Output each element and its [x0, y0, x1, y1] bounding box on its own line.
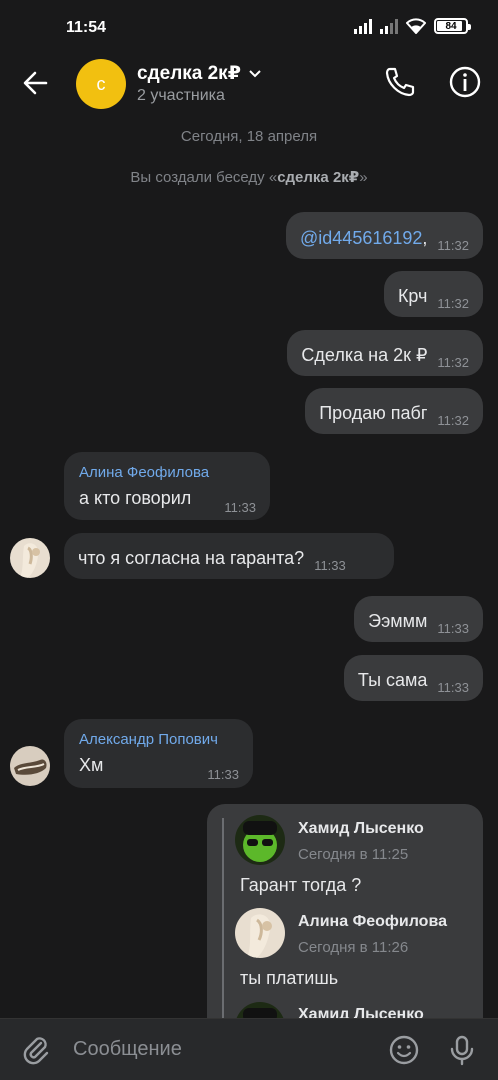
outgoing-message[interactable]: @id445616192, 11:32 [286, 212, 483, 259]
status-time: 11:54 [66, 19, 107, 36]
incoming-message[interactable]: что я согласна на гаранта? 11:33 [64, 533, 394, 579]
info-icon[interactable] [447, 64, 483, 100]
status-bar: 11:54 84 [0, 0, 498, 56]
paperclip-icon[interactable] [20, 1034, 52, 1066]
chevron-down-icon [249, 69, 261, 77]
sender-name[interactable]: Александр Попович [79, 731, 218, 748]
forwarded-messages[interactable]: Хамид Лысенко Сегодня в 11:25 Гарант тог… [207, 804, 483, 1018]
battery-icon: 84 [434, 18, 471, 34]
message-text: Крч [397, 286, 428, 306]
battery-level: 84 [445, 20, 457, 32]
outgoing-message[interactable]: Сделка на 2к ₽ 11:32 [287, 330, 483, 376]
forward-author[interactable]: Хамид Лысенко [298, 820, 424, 838]
incoming-message[interactable]: Александр Попович Хм 11:33 [64, 719, 253, 788]
message-time: 11:32 [437, 355, 469, 370]
message-time: 11:33 [437, 621, 469, 636]
message-text: Ты сама [357, 670, 428, 690]
message-time: 11:32 [437, 238, 469, 253]
chat-header: с сделка 2к₽ 2 участника [0, 56, 498, 118]
avatar-alina[interactable] [10, 538, 50, 578]
mention-link[interactable]: @id445616192 [300, 228, 422, 249]
message-text: а кто говорил [79, 488, 192, 508]
message-text: Продаю пабг [319, 403, 428, 423]
message-time: 11:33 [314, 558, 346, 573]
message-time: 11:33 [207, 767, 239, 782]
back-arrow-icon[interactable] [20, 68, 54, 98]
forward-date: Сегодня в 11:26 [298, 939, 409, 956]
outgoing-message[interactable]: Ээммм 11:33 [354, 596, 483, 642]
forward-text: Гарант тогда ? [240, 875, 362, 895]
status-icons: 84 [354, 18, 471, 34]
microphone-icon[interactable] [446, 1034, 478, 1066]
message-text: Сделка на 2к ₽ [301, 345, 428, 365]
message-list[interactable]: Сегодня, 18 апреля Вы создали беседу «сд… [0, 118, 498, 1018]
message-text: Хм [79, 755, 104, 775]
phone-icon[interactable] [382, 64, 418, 100]
signal-2-icon [380, 18, 398, 34]
message-time: 11:32 [437, 413, 469, 428]
avatar-khamid[interactable] [235, 1002, 285, 1018]
incoming-message[interactable]: Алина Феофилова а кто говорил 11:33 [64, 452, 270, 520]
forward-author[interactable]: Алина Феофилова [298, 913, 447, 931]
outgoing-message[interactable]: Ты сама 11:33 [343, 655, 483, 701]
avatar-alina[interactable] [235, 908, 285, 958]
outgoing-message[interactable]: Крч 11:32 [383, 271, 483, 317]
avatar-khamid[interactable] [235, 815, 285, 865]
wifi-icon [406, 18, 426, 34]
chat-avatar[interactable]: с [76, 59, 126, 109]
forward-date: Сегодня в 11:25 [298, 846, 409, 863]
message-composer: Сообщение [0, 1018, 498, 1080]
date-separator: Сегодня, 18 апреля [180, 128, 318, 145]
chat-title[interactable]: сделка 2к₽ [137, 62, 261, 85]
smile-icon[interactable] [388, 1034, 420, 1066]
chat-subtitle: 2 участника [137, 87, 225, 104]
signal-icon [354, 18, 372, 34]
forward-text: ты платишь [240, 968, 339, 988]
forward-author[interactable]: Хамид Лысенко [298, 1006, 424, 1018]
message-time: 11:33 [437, 680, 469, 695]
message-text: что я согласна на гаранта? [78, 548, 305, 568]
message-input[interactable]: Сообщение [73, 1038, 182, 1061]
forward-bar [222, 818, 224, 1018]
message-text: Ээммм [368, 611, 428, 631]
system-message: Вы создали беседу «сделка 2к₽» [130, 169, 368, 186]
message-time: 11:33 [224, 500, 256, 515]
chat-title-text: сделка 2к₽ [137, 63, 241, 84]
outgoing-message[interactable]: Продаю пабг 11:32 [305, 388, 483, 434]
message-time: 11:32 [437, 296, 469, 311]
sender-name[interactable]: Алина Феофилова [79, 464, 209, 481]
avatar-alexander[interactable] [10, 746, 50, 786]
